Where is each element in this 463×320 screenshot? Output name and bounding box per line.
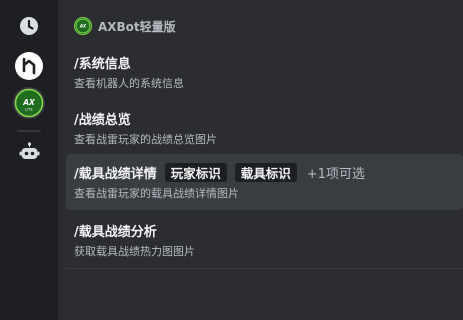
axbot-lite-icon: AX LITE	[13, 87, 45, 119]
command-item-vehicle-analysis[interactable]: /载具战绩分析 获取载具战绩热力图图片	[66, 212, 463, 266]
svg-text:LITE: LITE	[25, 108, 33, 112]
svg-text:AX: AX	[22, 98, 36, 107]
command-name: /载具战绩分析	[74, 224, 157, 240]
command-panel: AX AXBot轻量版 /系统信息 查看机器人的系统信息 /战绩总览 查看战雷玩…	[58, 0, 463, 320]
axbot-avatar-icon: AX	[75, 18, 91, 34]
command-name: /系统信息	[74, 56, 131, 72]
command-item-vehicle-detail[interactable]: /载具战绩详情 玩家标识 载具标识 +1项可选 查看战雷玩家的载具战绩详情图片	[66, 154, 463, 210]
bot-avatar: AX	[74, 17, 92, 35]
app-logo-icon	[15, 52, 43, 80]
app-header: AX AXBot轻量版	[74, 16, 176, 36]
svg-text:AX: AX	[79, 23, 87, 28]
command-item-system-info[interactable]: /系统信息 查看机器人的系统信息	[66, 44, 463, 98]
recent-button[interactable]	[13, 10, 45, 42]
list-divider	[66, 268, 463, 269]
command-description: 查看机器人的系统信息	[74, 77, 184, 90]
robot-icon	[19, 142, 40, 159]
option-vehicle-id[interactable]: 载具标识	[234, 162, 297, 182]
app-name: AXBot轻量版	[98, 19, 176, 34]
server-rail: AX LITE	[0, 0, 58, 320]
command-description: 获取载具战绩热力图图片	[74, 245, 195, 258]
option-player-id[interactable]: 玩家标识	[164, 162, 227, 182]
command-item-record-overview[interactable]: /战绩总览 查看战雷玩家的战绩总览图片	[66, 100, 463, 154]
command-description: 查看战雷玩家的载具战绩详情图片	[74, 187, 239, 200]
axbot-server-button[interactable]: AX LITE	[12, 86, 46, 120]
app-logo-button[interactable]	[13, 50, 45, 82]
clock-icon	[20, 17, 38, 35]
command-name: /战绩总览	[74, 112, 131, 128]
command-name: /载具战绩详情	[74, 166, 157, 182]
more-options-label: +1项可选	[306, 166, 365, 182]
command-description: 查看战雷玩家的战绩总览图片	[74, 133, 217, 146]
rail-separator	[17, 130, 41, 132]
bots-button[interactable]	[13, 136, 45, 168]
